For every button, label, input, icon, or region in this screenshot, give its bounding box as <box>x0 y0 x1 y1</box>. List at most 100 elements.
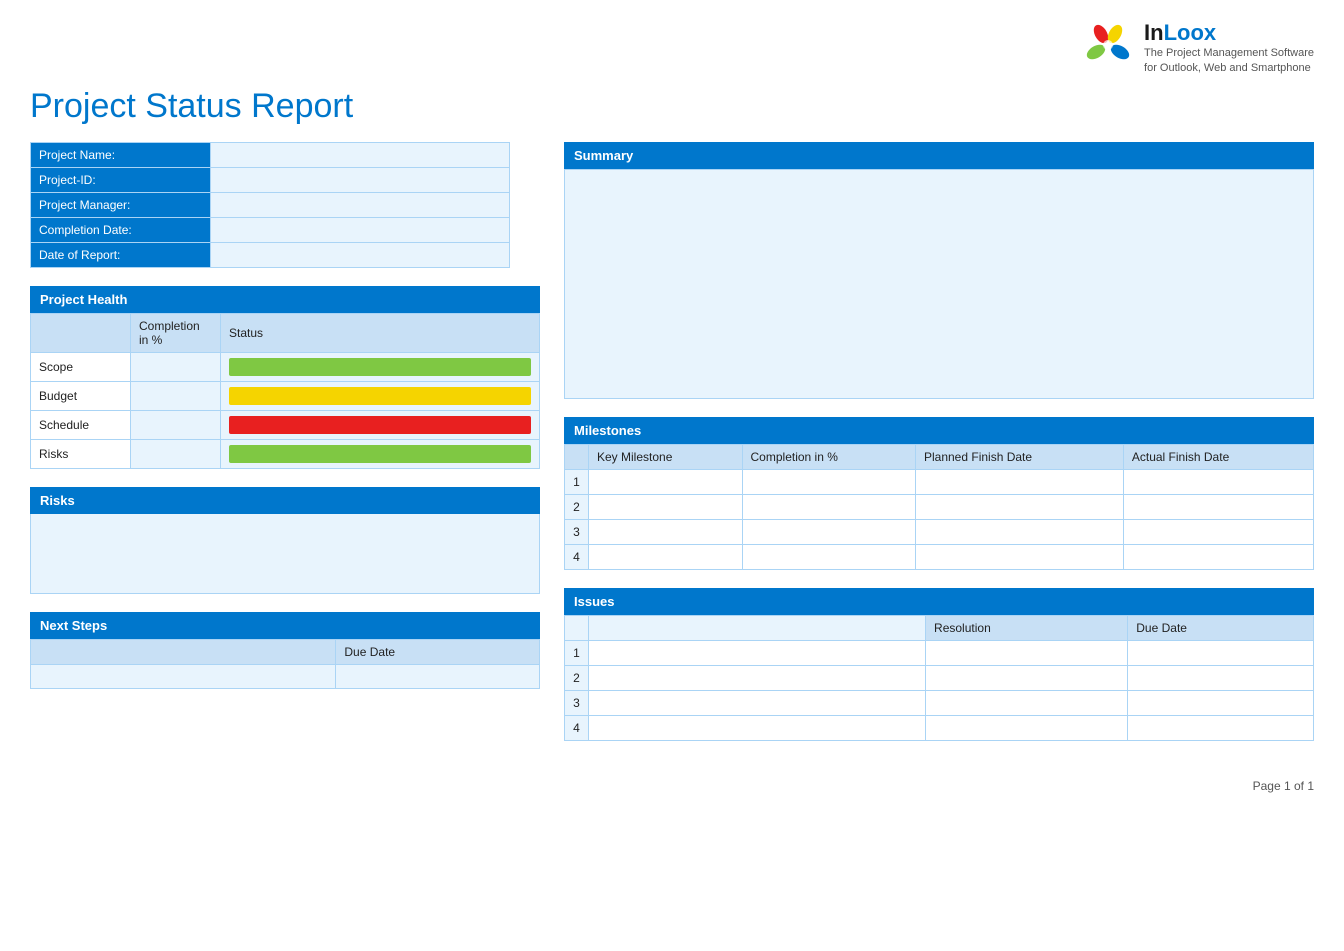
issue-resolution-3 <box>926 690 1128 715</box>
project-health-title: Project Health <box>30 286 540 313</box>
issue-num-1: 1 <box>565 640 589 665</box>
summary-section: Summary <box>564 142 1314 399</box>
issue-num-3: 3 <box>565 690 589 715</box>
main-layout: Project Name: Project-ID: Project Manage… <box>30 142 1314 759</box>
issue-due-1 <box>1128 640 1314 665</box>
issue-desc-4 <box>589 715 926 740</box>
info-row-date-of-report: Date of Report: <box>31 242 510 267</box>
health-status-schedule <box>221 410 540 439</box>
page-footer: Page 1 of 1 <box>30 779 1314 793</box>
health-status-budget <box>221 381 540 410</box>
milestones-col-completion: Completion in % <box>742 444 915 469</box>
health-label-schedule: Schedule <box>31 410 131 439</box>
health-completion-budget <box>131 381 221 410</box>
milestone-key-4 <box>589 544 743 569</box>
milestones-col-actual: Actual Finish Date <box>1123 444 1313 469</box>
issues-table: Resolution Due Date 1 2 <box>564 615 1314 741</box>
info-row-project-name: Project Name: <box>31 142 510 167</box>
issue-resolution-4 <box>926 715 1128 740</box>
milestone-completion-1 <box>742 469 915 494</box>
health-row-risks: Risks <box>31 439 540 468</box>
next-steps-due-1 <box>336 664 540 688</box>
issue-due-3 <box>1128 690 1314 715</box>
milestones-title: Milestones <box>564 417 1314 444</box>
info-row-completion-date: Completion Date: <box>31 217 510 242</box>
label-project-name: Project Name: <box>31 142 211 167</box>
risks-title: Risks <box>30 487 540 514</box>
issue-num-2: 2 <box>565 665 589 690</box>
issue-row-1: 1 <box>565 640 1314 665</box>
health-status-risks <box>221 439 540 468</box>
issues-col-num <box>565 615 589 640</box>
next-steps-col-task <box>31 639 336 664</box>
value-date-of-report <box>210 242 509 267</box>
health-row-scope: Scope <box>31 352 540 381</box>
milestones-header-row: Key Milestone Completion in % Planned Fi… <box>565 444 1314 469</box>
value-project-id <box>210 167 509 192</box>
milestones-col-num <box>565 444 589 469</box>
issues-title: Issues <box>564 588 1314 615</box>
health-completion-scope <box>131 352 221 381</box>
milestones-table: Key Milestone Completion in % Planned Fi… <box>564 444 1314 570</box>
value-project-manager <box>210 192 509 217</box>
info-table: Project Name: Project-ID: Project Manage… <box>30 142 510 268</box>
milestone-actual-1 <box>1123 469 1313 494</box>
summary-body <box>564 169 1314 399</box>
milestone-actual-2 <box>1123 494 1313 519</box>
milestone-num-4: 4 <box>565 544 589 569</box>
milestone-completion-3 <box>742 519 915 544</box>
milestones-col-key: Key Milestone <box>589 444 743 469</box>
info-row-project-manager: Project Manager: <box>31 192 510 217</box>
next-steps-row-1 <box>31 664 540 688</box>
header: InLoox The Project Management Software f… <box>30 20 1314 77</box>
page-title: Project Status Report <box>30 87 1314 126</box>
label-project-id: Project-ID: <box>31 167 211 192</box>
issues-col-desc <box>589 615 926 640</box>
milestone-key-2 <box>589 494 743 519</box>
milestone-completion-2 <box>742 494 915 519</box>
info-row-project-id: Project-ID: <box>31 167 510 192</box>
logo-area: InLoox The Project Management Software f… <box>1082 20 1314 77</box>
next-steps-section: Next Steps Due Date <box>30 612 540 689</box>
left-column: Project Name: Project-ID: Project Manage… <box>30 142 540 759</box>
milestones-col-planned: Planned Finish Date <box>915 444 1123 469</box>
milestone-row-4: 4 <box>565 544 1314 569</box>
label-project-manager: Project Manager: <box>31 192 211 217</box>
milestone-planned-1 <box>915 469 1123 494</box>
health-row-schedule: Schedule <box>31 410 540 439</box>
logo-text-block: InLoox The Project Management Software f… <box>1144 20 1314 77</box>
milestone-row-3: 3 <box>565 519 1314 544</box>
issues-header-row: Resolution Due Date <box>565 615 1314 640</box>
health-col-status: Status <box>221 313 540 352</box>
health-col-completion: Completion in % <box>131 313 221 352</box>
health-label-scope: Scope <box>31 352 131 381</box>
next-steps-header-row: Due Date <box>31 639 540 664</box>
milestone-key-3 <box>589 519 743 544</box>
next-steps-task-1 <box>31 664 336 688</box>
health-completion-schedule <box>131 410 221 439</box>
next-steps-title: Next Steps <box>30 612 540 639</box>
milestone-row-1: 1 <box>565 469 1314 494</box>
milestone-planned-3 <box>915 519 1123 544</box>
project-health-section: Project Health Completion in % Status Sc… <box>30 286 540 469</box>
health-row-budget: Budget <box>31 381 540 410</box>
health-col-empty <box>31 313 131 352</box>
value-completion-date <box>210 217 509 242</box>
right-column: Summary Milestones Key Milestone Complet… <box>564 142 1314 759</box>
milestone-actual-4 <box>1123 544 1313 569</box>
health-completion-risks <box>131 439 221 468</box>
risks-body <box>30 514 540 594</box>
project-health-table: Completion in % Status Scope Budget <box>30 313 540 469</box>
health-header-row: Completion in % Status <box>31 313 540 352</box>
issues-section: Issues Resolution Due Date 1 <box>564 588 1314 741</box>
issue-row-3: 3 <box>565 690 1314 715</box>
label-completion-date: Completion Date: <box>31 217 211 242</box>
logo-tagline: The Project Management Software for Outl… <box>1144 46 1314 77</box>
next-steps-table: Due Date <box>30 639 540 689</box>
issues-col-due-date: Due Date <box>1128 615 1314 640</box>
milestone-row-2: 2 <box>565 494 1314 519</box>
logo-name: InLoox <box>1144 20 1314 46</box>
issue-row-4: 4 <box>565 715 1314 740</box>
issues-col-resolution: Resolution <box>926 615 1128 640</box>
milestone-planned-2 <box>915 494 1123 519</box>
